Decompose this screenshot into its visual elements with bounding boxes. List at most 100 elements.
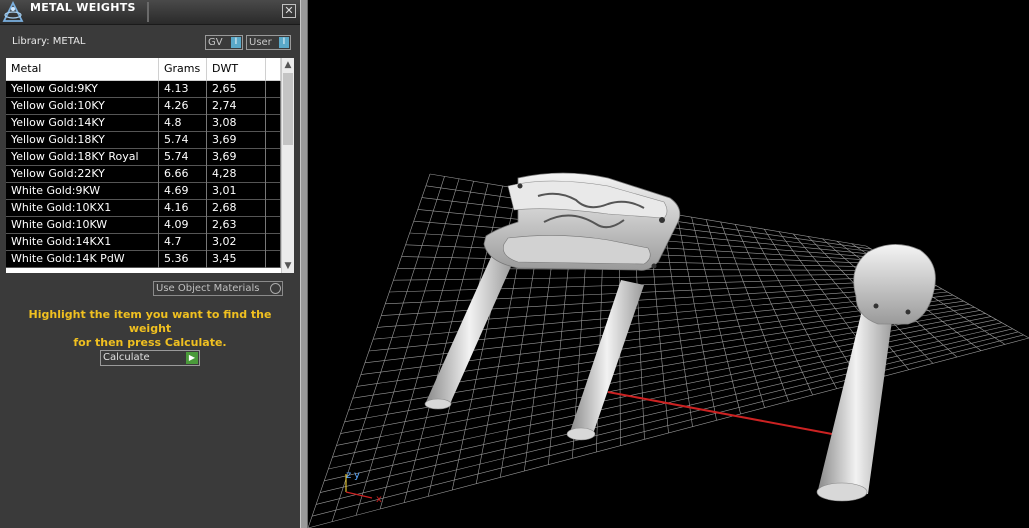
column-header-dwt[interactable]: DWT — [207, 58, 266, 80]
cell-metal: White Gold:14KX1 — [6, 234, 159, 251]
calculate-button[interactable]: Calculate ▶ — [100, 350, 200, 366]
cell-dwt: 2,68 — [207, 200, 266, 217]
radio-knob-icon — [270, 283, 281, 294]
cell-dwt: 2,63 — [207, 217, 266, 234]
ring-head-model[interactable] — [483, 172, 681, 271]
axis-label-y: y — [354, 470, 360, 481]
table-row[interactable]: Yellow Gold:9KY 4.13 2,65 — [6, 81, 281, 98]
table-row[interactable]: White Gold:9KW 4.69 3,01 — [6, 183, 281, 200]
scroll-up-icon[interactable]: ▲ — [282, 58, 294, 72]
cell-dwt: 3,69 — [207, 132, 266, 149]
grid-line — [311, 334, 1024, 517]
user-toggle[interactable]: User I — [246, 35, 291, 50]
gv-toggle-label: GV — [208, 37, 223, 48]
cell-dwt: 3,02 — [207, 234, 266, 251]
cell-extra — [266, 234, 281, 251]
table-row[interactable]: White Gold:10KW 4.09 2,63 — [6, 217, 281, 234]
cell-extra — [266, 81, 281, 98]
instruction-line-1: Highlight the item you want to find the … — [28, 308, 272, 335]
table-row[interactable]: Yellow Gold:14KY 4.8 3,08 — [6, 115, 281, 132]
cell-grams: 5.36 — [159, 251, 207, 268]
cell-grams: 4.7 — [159, 234, 207, 251]
cell-grams: 4.09 — [159, 217, 207, 234]
axis-label-x: x — [376, 494, 382, 505]
cell-extra — [266, 149, 281, 166]
cell-grams: 4.69 — [159, 183, 207, 200]
cell-dwt: 2,74 — [207, 98, 266, 115]
panel-splitter[interactable] — [300, 0, 308, 528]
cell-grams: 4.8 — [159, 115, 207, 132]
table-body: Yellow Gold:9KY 4.13 2,65 Yellow Gold:10KY 4… — [6, 81, 281, 268]
scroll-down-icon[interactable]: ▼ — [282, 259, 294, 273]
cell-dwt: 3,45 — [207, 251, 266, 268]
cell-extra — [266, 217, 281, 234]
instruction-text: Highlight the item you want to find the … — [10, 308, 290, 350]
cell-grams: 5.74 — [159, 132, 207, 149]
cell-metal: White Gold:10KX1 — [6, 200, 159, 217]
3d-viewport[interactable]: z y x — [308, 0, 1029, 528]
table-row[interactable]: Yellow Gold:18KY Royal 5.74 3,69 — [6, 149, 281, 166]
column-header-metal[interactable]: Metal — [6, 58, 159, 80]
close-button[interactable]: ✕ — [282, 4, 296, 18]
panel-title: METAL WEIGHTS — [30, 1, 136, 14]
table-row[interactable]: White Gold:10KX1 4.16 2,68 — [6, 200, 281, 217]
calculate-label: Calculate — [103, 352, 150, 363]
cell-extra — [266, 98, 281, 115]
gv-toggle[interactable]: GV I — [205, 35, 243, 50]
cell-metal: White Gold:10KW — [6, 217, 159, 234]
cell-grams: 6.66 — [159, 166, 207, 183]
cell-extra — [266, 132, 281, 149]
metal-weights-table: Metal Grams DWT Yellow Gold:9KY 4.13 2,65 Y… — [6, 58, 294, 273]
grid-line — [734, 224, 813, 396]
cell-dwt: 2,65 — [207, 81, 266, 98]
toggle-knob-icon: I — [231, 37, 241, 48]
cell-grams: 4.13 — [159, 81, 207, 98]
cell-dwt: 3,01 — [207, 183, 266, 200]
axis-label-z: z — [346, 470, 351, 481]
table-scrollbar[interactable]: ▲ ▼ — [281, 58, 294, 273]
scroll-thumb[interactable] — [283, 73, 293, 145]
metal-weights-panel: METAL WEIGHTS ✕ Library: METAL GV I User… — [0, 0, 300, 528]
cell-metal: White Gold:9KW — [6, 183, 159, 200]
grid-line — [676, 214, 717, 421]
axis-indicator: z y x — [345, 470, 382, 505]
cell-grams: 4.16 — [159, 200, 207, 217]
cell-metal: Yellow Gold:18KY — [6, 132, 159, 149]
cell-extra — [266, 251, 281, 268]
cell-dwt: 3,69 — [207, 149, 266, 166]
table-row[interactable]: White Gold:14KX1 4.7 3,02 — [6, 234, 281, 251]
cell-metal: Yellow Gold:22KY — [6, 166, 159, 183]
cell-extra — [266, 200, 281, 217]
cell-metal: Yellow Gold:18KY Royal — [6, 149, 159, 166]
grid-line — [308, 337, 1029, 528]
cell-grams: 4.26 — [159, 98, 207, 115]
cell-metal: Yellow Gold:10KY — [6, 98, 159, 115]
cell-dwt: 3,08 — [207, 115, 266, 132]
column-header-extra — [266, 58, 281, 80]
table-row[interactable]: Yellow Gold:18KY 5.74 3,69 — [6, 132, 281, 149]
panel-titlebar: METAL WEIGHTS ✕ — [0, 0, 300, 25]
use-object-materials-label: Use Object Materials — [156, 283, 260, 294]
cell-metal: White Gold:14K PdW — [6, 251, 159, 268]
library-label: Library: METAL — [12, 36, 86, 47]
title-tab-divider — [147, 2, 149, 22]
cell-extra — [266, 183, 281, 200]
play-arrow-icon: ▶ — [186, 352, 198, 364]
app-logo-icon — [2, 1, 24, 22]
cell-dwt: 4,28 — [207, 166, 266, 183]
cell-extra — [266, 166, 281, 183]
viewport-canvas: z y x — [308, 172, 1029, 528]
cell-metal: Yellow Gold:14KY — [6, 115, 159, 132]
cell-extra — [266, 115, 281, 132]
cell-metal: Yellow Gold:9KY — [6, 81, 159, 98]
table-row[interactable]: Yellow Gold:22KY 6.66 4,28 — [6, 166, 281, 183]
toggle-knob-icon: I — [279, 37, 289, 48]
table-row[interactable]: White Gold:14K PdW 5.36 3,45 — [6, 251, 281, 268]
table-row[interactable]: Yellow Gold:10KY 4.26 2,74 — [6, 98, 281, 115]
use-object-materials-toggle[interactable]: Use Object Materials — [153, 281, 283, 296]
cell-grams: 5.74 — [159, 149, 207, 166]
left-prong-model[interactable] — [424, 255, 513, 410]
column-header-grams[interactable]: Grams — [159, 58, 207, 80]
user-toggle-label: User — [249, 37, 272, 48]
table-header: Metal Grams DWT — [6, 58, 281, 81]
